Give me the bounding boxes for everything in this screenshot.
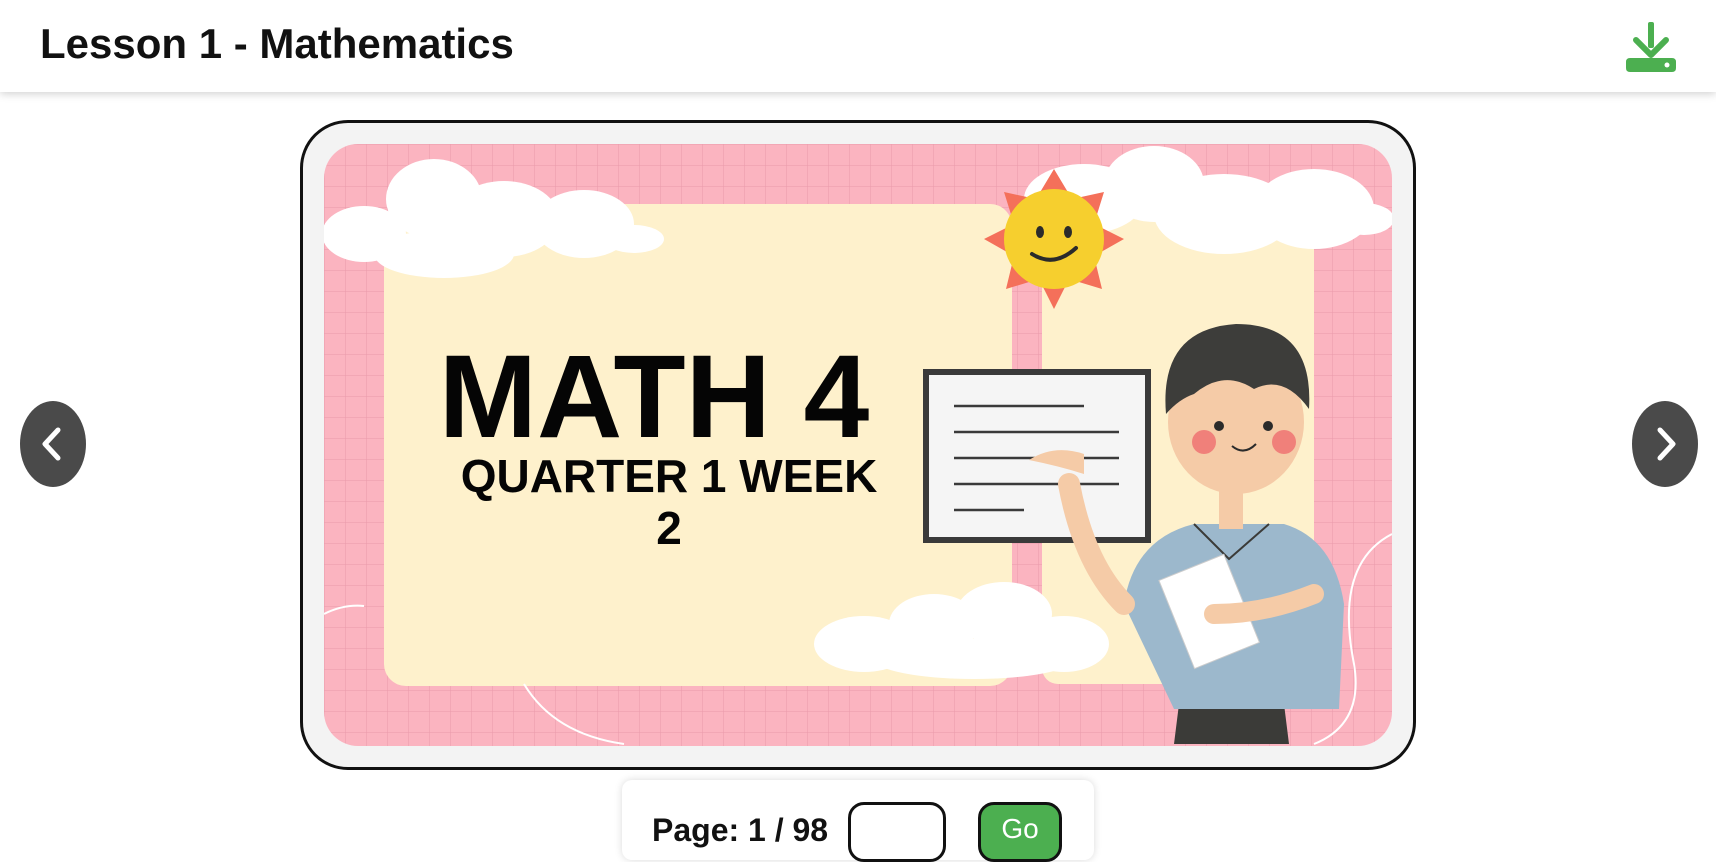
chevron-left-icon [42, 427, 61, 461]
page-title: Lesson 1 - Mathematics [40, 20, 514, 67]
slide-subtitle-line1: QUARTER 1 WEEK [461, 450, 878, 502]
chevron-right-icon [1657, 427, 1676, 461]
go-button[interactable]: Go [978, 802, 1062, 862]
slide-image: MATH 4 QUARTER 1 WEEK 2 [324, 144, 1392, 746]
slide-viewer: MATH 4 QUARTER 1 WEEK 2 [300, 120, 1416, 770]
page-indicator: Page: 1 / 98 [652, 812, 829, 848]
download-icon [1626, 22, 1676, 72]
page-number-input[interactable] [848, 802, 946, 862]
slide-title: MATH 4 [439, 331, 869, 463]
next-page-button[interactable] [1632, 401, 1698, 487]
download-button[interactable] [1622, 18, 1680, 76]
slide-subtitle-line2: 2 [656, 502, 682, 554]
page-navigator: Page: 1 / 98 Go [622, 780, 1094, 862]
top-bar: Lesson 1 - Mathematics [0, 0, 1716, 92]
previous-page-button[interactable] [20, 401, 86, 487]
